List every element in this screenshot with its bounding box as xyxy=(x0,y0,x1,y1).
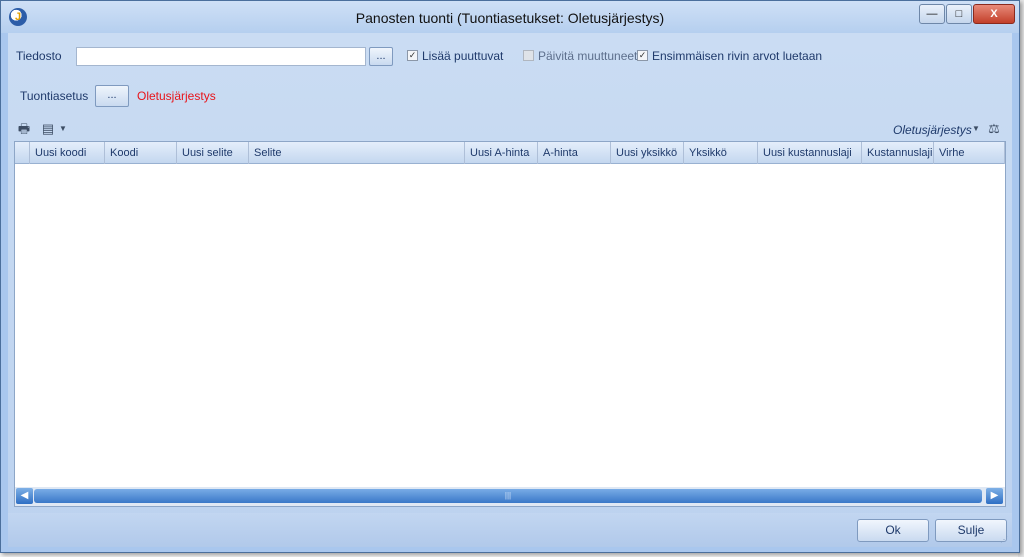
minimize-button[interactable]: — xyxy=(919,4,945,24)
column-header-new-description[interactable]: Uusi selite xyxy=(177,142,249,164)
window-title: Panosten tuonti (Tuontiasetukset: Oletus… xyxy=(355,10,665,26)
layout-dropdown-icon[interactable]: ▼ xyxy=(971,121,981,137)
scroll-left-icon[interactable]: ◀ xyxy=(16,488,33,504)
close-window-button[interactable]: X xyxy=(973,4,1015,24)
grid-header: Uusi koodi Koodi Uusi selite Selite Uusi… xyxy=(15,142,1005,164)
column-header-error[interactable]: Virhe xyxy=(934,142,1005,164)
column-header-description[interactable]: Selite xyxy=(249,142,465,164)
resize-grip-icon[interactable]: ⋰ xyxy=(1000,535,1010,545)
column-header-code[interactable]: Koodi xyxy=(105,142,177,164)
column-header-cost-type[interactable]: Kustannuslaji xyxy=(862,142,934,164)
add-missing-checkbox[interactable]: ✓ xyxy=(407,50,418,61)
column-header-unit[interactable]: Yksikkö xyxy=(684,142,758,164)
column-header-new-code[interactable]: Uusi koodi xyxy=(30,142,105,164)
title-bar[interactable]: J Panosten tuonti (Tuontiasetukset: Olet… xyxy=(1,1,1019,33)
column-header-new-unit-price[interactable]: Uusi A-hinta xyxy=(465,142,538,164)
settings-row: Tuontiasetus ... Oletusjärjestys xyxy=(20,85,520,107)
current-setting-name: Oletusjärjestys xyxy=(137,89,216,103)
printer-icon[interactable]: 🖶 xyxy=(16,121,32,137)
update-changed-label: Päivitä muuttuneet xyxy=(538,49,638,63)
layout-selector[interactable]: Oletusjärjestys xyxy=(893,123,972,137)
dialog-content: Tiedosto ... ✓ Lisää puuttuvat Päivitä m… xyxy=(8,33,1012,547)
import-data-grid[interactable]: Uusi koodi Koodi Uusi selite Selite Uusi… xyxy=(14,141,1006,507)
close-button[interactable]: Sulje xyxy=(935,519,1007,542)
import-setting-label: Tuontiasetus xyxy=(20,89,89,103)
scrollbar-thumb[interactable]: ||| xyxy=(34,489,982,503)
column-header-new-unit[interactable]: Uusi yksikkö xyxy=(611,142,684,164)
column-header-new-cost-type[interactable]: Uusi kustannuslaji xyxy=(758,142,862,164)
update-changed-checkbox[interactable] xyxy=(523,50,534,61)
browse-file-button[interactable]: ... xyxy=(369,47,393,66)
file-label: Tiedosto xyxy=(16,49,62,63)
ok-button[interactable]: Ok xyxy=(857,519,929,542)
horizontal-scrollbar[interactable]: ◀ ||| ▶ xyxy=(15,487,1005,506)
column-header-unit-price[interactable]: A-hinta xyxy=(538,142,611,164)
scroll-right-icon[interactable]: ▶ xyxy=(986,488,1003,504)
dropdown-arrow-icon[interactable]: ▼ xyxy=(58,121,68,137)
row-indicator-header xyxy=(15,142,30,164)
first-row-values-label: Ensimmäisen rivin arvot luetaan xyxy=(652,49,823,63)
import-setting-button[interactable]: ... xyxy=(95,85,129,107)
grid-toolbar: 🖶 ▤ ▼ Oletusjärjestys ▼ ⚖ xyxy=(16,121,1006,139)
first-row-values-checkbox[interactable]: ✓ xyxy=(637,50,648,61)
add-missing-label: Lisää puuttuvat xyxy=(422,49,504,63)
import-dialog: J Panosten tuonti (Tuontiasetukset: Olet… xyxy=(0,0,1020,553)
layout-edit-icon[interactable]: ⚖ xyxy=(986,121,1002,137)
file-path-input[interactable] xyxy=(76,47,366,66)
file-row: Tiedosto ... ✓ Lisää puuttuvat Päivitä m… xyxy=(16,47,1006,67)
export-icon[interactable]: ▤ xyxy=(40,121,56,137)
maximize-button[interactable]: □ xyxy=(946,4,972,24)
